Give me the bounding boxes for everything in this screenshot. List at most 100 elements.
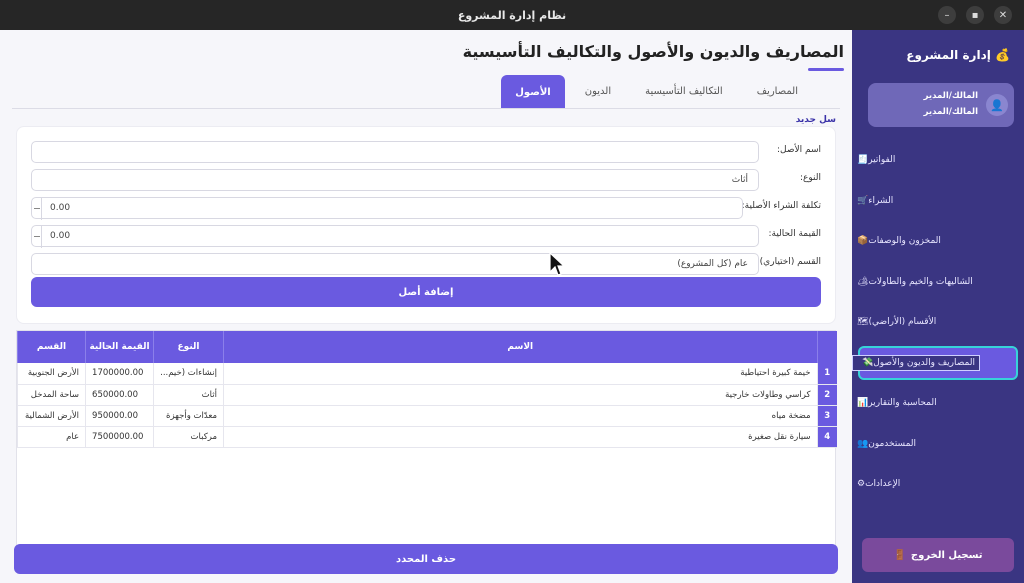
door-icon: 🚪 bbox=[893, 549, 906, 561]
user-name: المالك/المدير bbox=[923, 107, 978, 117]
mouse-cursor-icon bbox=[549, 252, 565, 276]
table-row[interactable]: 3 مضخة مياه معدّات وأجهزة 950000.00 الأر… bbox=[16, 405, 837, 427]
sidebar-item-label: المحاسبة والتقارير bbox=[868, 398, 937, 409]
main-content: المصاريف والديون والأصول والتكاليف التأس… bbox=[0, 30, 852, 583]
cell-value[interactable]: 950000.00 bbox=[85, 405, 154, 427]
table-corner bbox=[816, 331, 837, 363]
department-row: القسم (اختياري): عام (كل المشروع) bbox=[31, 253, 821, 275]
maximize-button[interactable]: ▪ bbox=[966, 6, 984, 24]
purchase-cost-row: تكلفة الشراء الأصلية: 0.00 bbox=[31, 197, 821, 220]
sidebar: 💰 إدارة المشروع 👤 المالك/المدير المالك/ا… bbox=[852, 30, 1024, 583]
cell-type[interactable]: مركبات bbox=[153, 426, 224, 448]
header-name[interactable]: الاسم bbox=[223, 331, 818, 363]
cell-type[interactable]: معدّات وأجهزة bbox=[153, 405, 224, 427]
map-icon: 🗺 bbox=[857, 317, 869, 328]
window-controls: – ▪ ✕ bbox=[938, 6, 1012, 24]
sidebar-item-label: المستخدمون bbox=[868, 438, 917, 449]
sidebar-item-label: المصاريف والديون والأصول bbox=[873, 357, 975, 368]
tab-bar: المصاريف التكاليف التأسيسية الديون الأصو… bbox=[495, 75, 812, 109]
delete-selected-button[interactable]: حذف المحدد bbox=[14, 544, 838, 574]
row-number[interactable]: 4 bbox=[816, 426, 837, 448]
cell-value[interactable]: 1700000.00 bbox=[85, 363, 154, 385]
row-number[interactable]: 1 bbox=[816, 363, 837, 385]
minimize-button[interactable]: – bbox=[938, 6, 956, 24]
cell-type[interactable]: أثاث bbox=[153, 384, 224, 406]
tab-assets[interactable]: الأصول bbox=[501, 75, 565, 109]
sidebar-item-inventory[interactable]: 📦 المخزون والوصفات bbox=[852, 221, 1024, 262]
header-value[interactable]: القيمة الحالية bbox=[85, 331, 154, 363]
tab-divider bbox=[12, 108, 840, 109]
money-bag-icon: 💰 bbox=[995, 48, 1010, 62]
tab-setup-costs[interactable]: التكاليف التأسيسية bbox=[631, 75, 737, 107]
cell-department[interactable]: ساحة المدخل bbox=[16, 384, 86, 406]
decrement-stepper[interactable] bbox=[32, 198, 42, 220]
type-row: النوع: أثاث bbox=[31, 169, 821, 191]
sidebar-item-chalets[interactable]: 🏕 الشاليهات والخيم والطاولات bbox=[852, 262, 1024, 303]
logout-label: تسجيل الخروج bbox=[910, 549, 983, 561]
form-group-title: سل جديد bbox=[795, 115, 836, 125]
title-underline bbox=[808, 68, 844, 71]
cell-type[interactable]: إنشاءات (خيم... bbox=[153, 363, 224, 385]
table-row[interactable]: 1 خيمة كبيرة احتياطية إنشاءات (خيم... 17… bbox=[16, 363, 837, 385]
window-titlebar: نظام إدارة المشروع – ▪ ✕ bbox=[0, 0, 1024, 30]
current-value-input[interactable]: 0.00 bbox=[31, 225, 759, 248]
sidebar-item-settings[interactable]: ⚙ الإعدادات bbox=[852, 464, 1024, 505]
box-icon: 📦 bbox=[857, 236, 869, 247]
type-select[interactable]: أثاث bbox=[31, 169, 759, 191]
sidebar-item-invoices[interactable]: 🧾 الفواتير bbox=[852, 140, 1024, 181]
sidebar-item-expenses[interactable]: 💸 المصاريف والديون والأصول bbox=[852, 343, 1024, 384]
table-row[interactable]: 4 سيارة نقل صغيرة مركبات 7500000.00 عام bbox=[16, 426, 837, 448]
sidebar-item-accounting[interactable]: 📊 المحاسبة والتقارير bbox=[852, 383, 1024, 424]
cell-name[interactable]: سيارة نقل صغيرة bbox=[223, 426, 818, 448]
active-item-content: 💸 المصاريف والديون والأصول bbox=[852, 354, 980, 371]
user-avatar-icon: 👤 bbox=[986, 94, 1008, 116]
department-select[interactable]: عام (كل المشروع) bbox=[31, 253, 759, 275]
row-number[interactable]: 2 bbox=[816, 384, 837, 406]
sidebar-item-label: الإعدادات bbox=[865, 479, 901, 490]
user-card[interactable]: 👤 المالك/المدير المالك/المدير bbox=[868, 83, 1014, 127]
asset-name-row: اسم الأصل: bbox=[31, 141, 821, 163]
close-button[interactable]: ✕ bbox=[994, 6, 1012, 24]
sidebar-nav: 🧾 الفواتير 🛒 الشراء 📦 المخزون والوصفات 🏕… bbox=[852, 140, 1024, 505]
purchase-cost-input[interactable]: 0.00 bbox=[31, 197, 743, 220]
cell-name[interactable]: مضخة مياه bbox=[223, 405, 818, 427]
tab-debts[interactable]: الديون bbox=[571, 75, 625, 107]
money-wings-icon: 💸 bbox=[862, 357, 874, 368]
assets-table: الاسم النوع القيمة الحالية القسم 1 خيمة … bbox=[16, 330, 837, 568]
chart-icon: 📊 bbox=[857, 398, 869, 409]
cell-department[interactable]: الأرض الشمالية bbox=[16, 405, 86, 427]
window-title: نظام إدارة المشروع bbox=[457, 8, 567, 22]
page-title: المصاريف والديون والأصول والتكاليف التأس… bbox=[462, 42, 844, 61]
user-role: المالك/المدير bbox=[923, 91, 978, 101]
sidebar-item-label: المخزون والوصفات bbox=[868, 236, 941, 247]
cell-value[interactable]: 7500000.00 bbox=[85, 426, 154, 448]
decrement-stepper[interactable] bbox=[32, 226, 42, 248]
current-value-value: 0.00 bbox=[50, 231, 71, 241]
cell-name[interactable]: كراسي وطاولات خارجية bbox=[223, 384, 818, 406]
sidebar-item-label: الشراء bbox=[868, 195, 894, 206]
header-type[interactable]: النوع bbox=[153, 331, 224, 363]
cell-department[interactable]: عام bbox=[16, 426, 86, 448]
row-number[interactable]: 3 bbox=[816, 405, 837, 427]
cell-name[interactable]: خيمة كبيرة احتياطية bbox=[223, 363, 818, 385]
asset-name-input[interactable] bbox=[31, 141, 759, 163]
sidebar-brand: 💰 إدارة المشروع bbox=[906, 48, 1010, 62]
sidebar-item-label: الأقسام (الأراضي) bbox=[868, 317, 937, 328]
sidebar-item-label: الشاليهات والخيم والطاولات bbox=[868, 276, 973, 287]
logout-button[interactable]: تسجيل الخروج 🚪 bbox=[862, 538, 1014, 572]
table-header-row: الاسم النوع القيمة الحالية القسم bbox=[16, 331, 837, 363]
cell-department[interactable]: الأرض الجنوبية bbox=[16, 363, 86, 385]
cell-value[interactable]: 650000.00 bbox=[85, 384, 154, 406]
header-department[interactable]: القسم bbox=[16, 331, 86, 363]
users-icon: 👥 bbox=[857, 438, 869, 449]
cart-icon: 🛒 bbox=[857, 195, 869, 206]
purchase-cost-value: 0.00 bbox=[50, 203, 71, 213]
sidebar-item-label: الفواتير bbox=[868, 155, 896, 166]
tab-expenses[interactable]: المصاريف bbox=[743, 75, 812, 107]
sidebar-item-sections[interactable]: 🗺 الأقسام (الأراضي) bbox=[852, 302, 1024, 343]
add-asset-button[interactable]: إضافة أصل bbox=[31, 277, 821, 307]
sidebar-item-purchases[interactable]: 🛒 الشراء bbox=[852, 181, 1024, 222]
sidebar-item-users[interactable]: 👥 المستخدمون bbox=[852, 424, 1024, 465]
gear-icon: ⚙ bbox=[857, 479, 866, 490]
table-row[interactable]: 2 كراسي وطاولات خارجية أثاث 650000.00 سا… bbox=[16, 384, 837, 406]
